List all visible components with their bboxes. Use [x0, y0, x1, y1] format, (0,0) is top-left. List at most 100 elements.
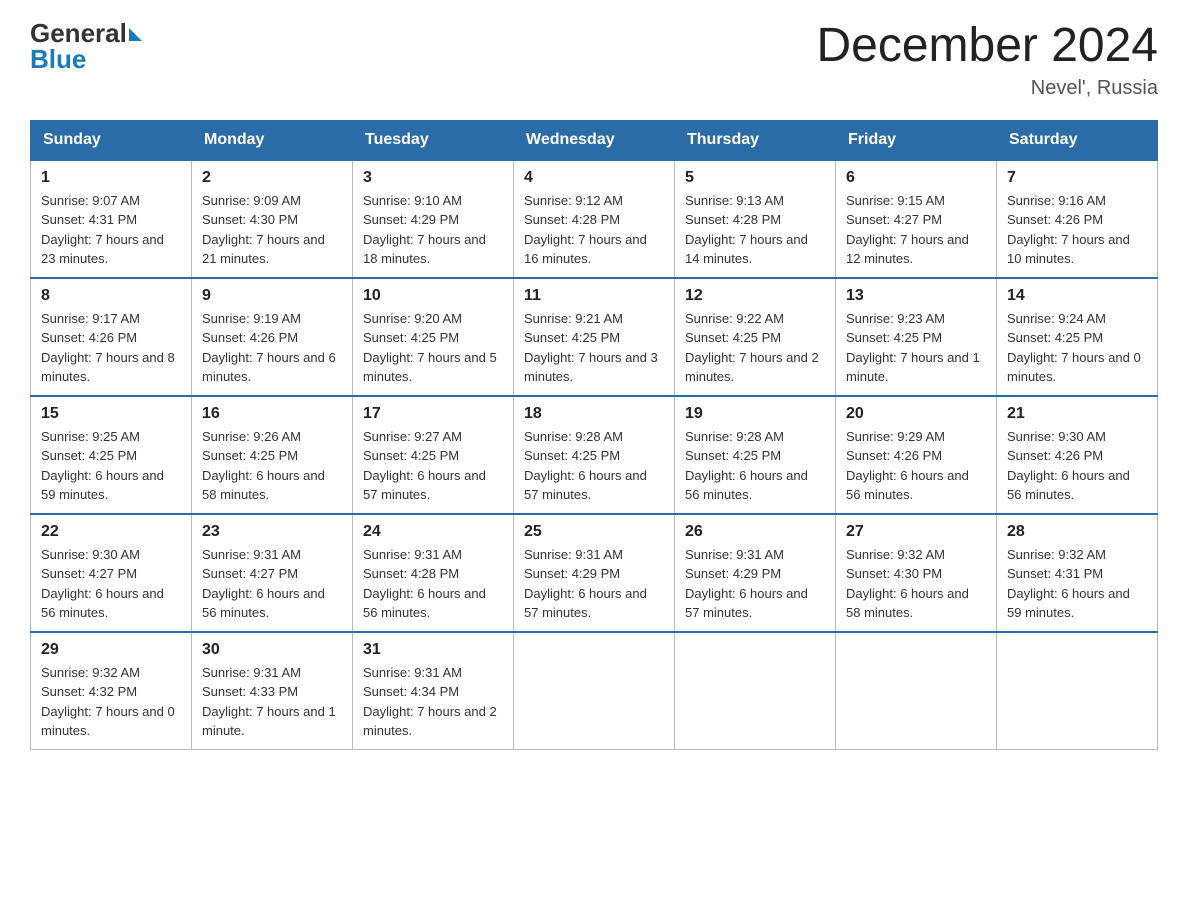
table-row: [997, 632, 1158, 750]
day-info: Sunrise: 9:31 AM Sunset: 4:34 PM Dayligh…: [363, 663, 503, 741]
table-row: 31 Sunrise: 9:31 AM Sunset: 4:34 PM Dayl…: [353, 632, 514, 750]
day-number: 24: [363, 523, 503, 541]
table-row: 20 Sunrise: 9:29 AM Sunset: 4:26 PM Dayl…: [836, 396, 997, 514]
table-row: 4 Sunrise: 9:12 AM Sunset: 4:28 PM Dayli…: [514, 160, 675, 278]
day-info: Sunrise: 9:07 AM Sunset: 4:31 PM Dayligh…: [41, 191, 181, 269]
day-number: 31: [363, 641, 503, 659]
day-number: 25: [524, 523, 664, 541]
day-number: 30: [202, 641, 342, 659]
header-sunday: Sunday: [31, 120, 192, 160]
day-info: Sunrise: 9:28 AM Sunset: 4:25 PM Dayligh…: [685, 427, 825, 505]
table-row: 13 Sunrise: 9:23 AM Sunset: 4:25 PM Dayl…: [836, 278, 997, 396]
day-info: Sunrise: 9:22 AM Sunset: 4:25 PM Dayligh…: [685, 309, 825, 387]
week-row-3: 15 Sunrise: 9:25 AM Sunset: 4:25 PM Dayl…: [31, 396, 1158, 514]
day-number: 15: [41, 405, 181, 423]
table-row: 5 Sunrise: 9:13 AM Sunset: 4:28 PM Dayli…: [675, 160, 836, 278]
day-number: 22: [41, 523, 181, 541]
day-info: Sunrise: 9:31 AM Sunset: 4:29 PM Dayligh…: [524, 545, 664, 623]
day-number: 7: [1007, 169, 1147, 187]
table-row: [836, 632, 997, 750]
table-row: 30 Sunrise: 9:31 AM Sunset: 4:33 PM Dayl…: [192, 632, 353, 750]
day-info: Sunrise: 9:20 AM Sunset: 4:25 PM Dayligh…: [363, 309, 503, 387]
table-row: [514, 632, 675, 750]
day-info: Sunrise: 9:28 AM Sunset: 4:25 PM Dayligh…: [524, 427, 664, 505]
day-info: Sunrise: 9:16 AM Sunset: 4:26 PM Dayligh…: [1007, 191, 1147, 269]
header-friday: Friday: [836, 120, 997, 160]
day-number: 23: [202, 523, 342, 541]
day-number: 16: [202, 405, 342, 423]
calendar-table: Sunday Monday Tuesday Wednesday Thursday…: [30, 120, 1158, 750]
table-row: 7 Sunrise: 9:16 AM Sunset: 4:26 PM Dayli…: [997, 160, 1158, 278]
header-tuesday: Tuesday: [353, 120, 514, 160]
day-info: Sunrise: 9:29 AM Sunset: 4:26 PM Dayligh…: [846, 427, 986, 505]
header-thursday: Thursday: [675, 120, 836, 160]
week-row-4: 22 Sunrise: 9:30 AM Sunset: 4:27 PM Dayl…: [31, 514, 1158, 632]
day-info: Sunrise: 9:21 AM Sunset: 4:25 PM Dayligh…: [524, 309, 664, 387]
table-row: 19 Sunrise: 9:28 AM Sunset: 4:25 PM Dayl…: [675, 396, 836, 514]
week-row-5: 29 Sunrise: 9:32 AM Sunset: 4:32 PM Dayl…: [31, 632, 1158, 750]
table-row: 28 Sunrise: 9:32 AM Sunset: 4:31 PM Dayl…: [997, 514, 1158, 632]
day-info: Sunrise: 9:26 AM Sunset: 4:25 PM Dayligh…: [202, 427, 342, 505]
day-number: 26: [685, 523, 825, 541]
table-row: 10 Sunrise: 9:20 AM Sunset: 4:25 PM Dayl…: [353, 278, 514, 396]
day-info: Sunrise: 9:24 AM Sunset: 4:25 PM Dayligh…: [1007, 309, 1147, 387]
header-monday: Monday: [192, 120, 353, 160]
day-number: 11: [524, 287, 664, 305]
day-info: Sunrise: 9:31 AM Sunset: 4:33 PM Dayligh…: [202, 663, 342, 741]
title-block: December 2024 Nevel', Russia: [816, 20, 1158, 100]
day-number: 3: [363, 169, 503, 187]
day-number: 20: [846, 405, 986, 423]
calendar-subtitle: Nevel', Russia: [816, 77, 1158, 100]
table-row: 24 Sunrise: 9:31 AM Sunset: 4:28 PM Dayl…: [353, 514, 514, 632]
day-number: 2: [202, 169, 342, 187]
day-info: Sunrise: 9:15 AM Sunset: 4:27 PM Dayligh…: [846, 191, 986, 269]
page-header: General Blue December 2024 Nevel', Russi…: [30, 20, 1158, 100]
table-row: 9 Sunrise: 9:19 AM Sunset: 4:26 PM Dayli…: [192, 278, 353, 396]
table-row: 11 Sunrise: 9:21 AM Sunset: 4:25 PM Dayl…: [514, 278, 675, 396]
day-info: Sunrise: 9:25 AM Sunset: 4:25 PM Dayligh…: [41, 427, 181, 505]
table-row: 26 Sunrise: 9:31 AM Sunset: 4:29 PM Dayl…: [675, 514, 836, 632]
day-number: 6: [846, 169, 986, 187]
table-row: 6 Sunrise: 9:15 AM Sunset: 4:27 PM Dayli…: [836, 160, 997, 278]
day-number: 17: [363, 405, 503, 423]
table-row: 22 Sunrise: 9:30 AM Sunset: 4:27 PM Dayl…: [31, 514, 192, 632]
day-number: 19: [685, 405, 825, 423]
logo: General Blue: [30, 20, 142, 72]
day-number: 28: [1007, 523, 1147, 541]
day-number: 12: [685, 287, 825, 305]
day-info: Sunrise: 9:10 AM Sunset: 4:29 PM Dayligh…: [363, 191, 503, 269]
table-row: 3 Sunrise: 9:10 AM Sunset: 4:29 PM Dayli…: [353, 160, 514, 278]
day-number: 1: [41, 169, 181, 187]
table-row: 1 Sunrise: 9:07 AM Sunset: 4:31 PM Dayli…: [31, 160, 192, 278]
logo-general: General: [30, 20, 127, 46]
day-number: 14: [1007, 287, 1147, 305]
day-number: 10: [363, 287, 503, 305]
table-row: 27 Sunrise: 9:32 AM Sunset: 4:30 PM Dayl…: [836, 514, 997, 632]
day-number: 5: [685, 169, 825, 187]
day-info: Sunrise: 9:31 AM Sunset: 4:27 PM Dayligh…: [202, 545, 342, 623]
day-info: Sunrise: 9:19 AM Sunset: 4:26 PM Dayligh…: [202, 309, 342, 387]
logo-triangle-icon: [129, 28, 142, 41]
day-number: 4: [524, 169, 664, 187]
header-wednesday: Wednesday: [514, 120, 675, 160]
day-info: Sunrise: 9:23 AM Sunset: 4:25 PM Dayligh…: [846, 309, 986, 387]
table-row: 17 Sunrise: 9:27 AM Sunset: 4:25 PM Dayl…: [353, 396, 514, 514]
day-info: Sunrise: 9:32 AM Sunset: 4:31 PM Dayligh…: [1007, 545, 1147, 623]
week-row-2: 8 Sunrise: 9:17 AM Sunset: 4:26 PM Dayli…: [31, 278, 1158, 396]
day-info: Sunrise: 9:30 AM Sunset: 4:27 PM Dayligh…: [41, 545, 181, 623]
day-info: Sunrise: 9:32 AM Sunset: 4:32 PM Dayligh…: [41, 663, 181, 741]
week-row-1: 1 Sunrise: 9:07 AM Sunset: 4:31 PM Dayli…: [31, 160, 1158, 278]
table-row: [675, 632, 836, 750]
day-info: Sunrise: 9:31 AM Sunset: 4:29 PM Dayligh…: [685, 545, 825, 623]
day-number: 27: [846, 523, 986, 541]
table-row: 21 Sunrise: 9:30 AM Sunset: 4:26 PM Dayl…: [997, 396, 1158, 514]
day-info: Sunrise: 9:30 AM Sunset: 4:26 PM Dayligh…: [1007, 427, 1147, 505]
day-number: 8: [41, 287, 181, 305]
day-info: Sunrise: 9:17 AM Sunset: 4:26 PM Dayligh…: [41, 309, 181, 387]
day-number: 21: [1007, 405, 1147, 423]
day-info: Sunrise: 9:09 AM Sunset: 4:30 PM Dayligh…: [202, 191, 342, 269]
day-number: 29: [41, 641, 181, 659]
day-info: Sunrise: 9:32 AM Sunset: 4:30 PM Dayligh…: [846, 545, 986, 623]
calendar-title: December 2024: [816, 20, 1158, 73]
table-row: 2 Sunrise: 9:09 AM Sunset: 4:30 PM Dayli…: [192, 160, 353, 278]
